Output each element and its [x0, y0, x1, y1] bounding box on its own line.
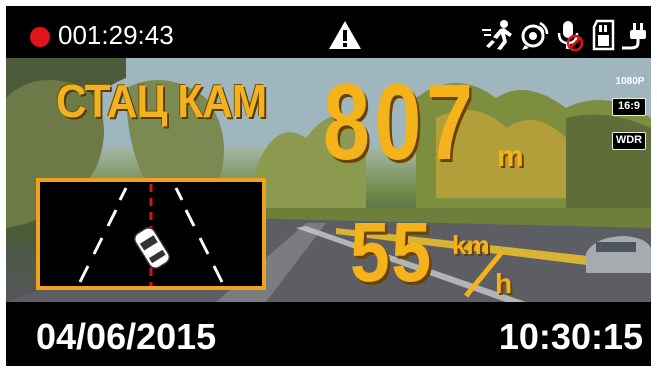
dashcam-screen: 001:29:43 СТАЦ КАМ 807 m 55 km h 1080P 1…	[6, 6, 651, 366]
resolution-badge: 1080P	[615, 76, 645, 87]
time-display: 10:30:15	[498, 316, 643, 357]
microphone-muted-icon	[557, 21, 584, 51]
camera-view: СТАЦ КАМ 807 m 55 km h 1080P 16:9 WDR	[6, 58, 651, 302]
lane-departure-car-icon	[78, 184, 224, 286]
date-display: 04/06/2015	[36, 316, 217, 357]
wdr-badge: WDR	[612, 132, 646, 150]
status-bar: 001:29:43	[6, 6, 651, 58]
record-dot-icon	[30, 27, 50, 47]
alert-label: СТАЦ КАМ	[56, 75, 267, 127]
date-time-bar: 04/06/2015 10:30:15	[6, 302, 651, 366]
lane-departure-panel	[36, 178, 266, 290]
warning-triangle-icon	[329, 21, 361, 49]
power-plug-icon	[622, 23, 646, 50]
camera-distance-value: 807	[323, 61, 478, 182]
speed-unit-h: h	[495, 268, 513, 299]
recording-timer: 001:29:43	[58, 20, 174, 50]
aspect-ratio-badge: 16:9	[612, 98, 646, 116]
memory-card-icon	[592, 19, 615, 51]
motion-detection-icon	[482, 20, 512, 50]
speed-value: 55	[350, 205, 433, 299]
gps-signal-icon	[521, 21, 549, 50]
camera-distance-unit: m	[497, 140, 524, 173]
